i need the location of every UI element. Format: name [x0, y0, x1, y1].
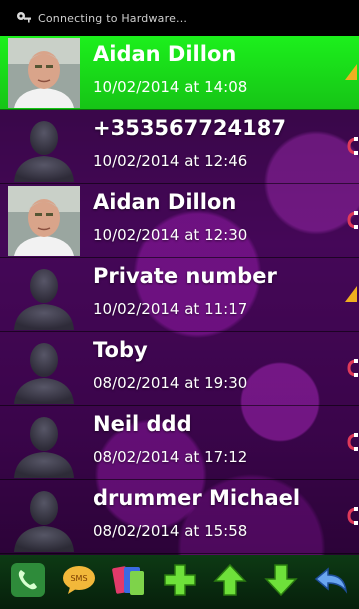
arrow-up-icon: [211, 561, 249, 603]
sms-button[interactable]: SMS: [57, 560, 101, 604]
contacts-card-button[interactable]: [107, 560, 151, 604]
call-datetime: 08/02/2014 at 19:30: [93, 374, 248, 392]
key-icon: [17, 12, 31, 23]
caller-name: Private number: [93, 264, 277, 288]
call-row[interactable]: Aidan Dillon 10/02/2014 at 14:08: [0, 36, 359, 110]
avatar: [8, 260, 80, 330]
incoming-call-icon: [347, 507, 358, 525]
call-row[interactable]: drummer Michael 08/02/2014 at 15:58: [0, 480, 359, 554]
call-type-indicator: [341, 356, 359, 380]
back-icon: [312, 561, 350, 603]
call-datetime: 10/02/2014 at 14:08: [93, 78, 248, 96]
caller-name: Aidan Dillon: [93, 42, 237, 66]
call-row[interactable]: +353567724187 10/02/2014 at 12:46: [0, 110, 359, 184]
contact-photo-icon: [8, 38, 80, 108]
add-icon: [161, 561, 199, 603]
default-contact-icon: [14, 491, 74, 552]
add-button[interactable]: [158, 560, 202, 604]
caller-name: Neil ddd: [93, 412, 192, 436]
status-bar: Connecting to Hardware...: [0, 0, 359, 36]
call-datetime: 08/02/2014 at 17:12: [93, 448, 248, 466]
default-contact-icon: [14, 121, 74, 182]
call-row[interactable]: Neil ddd 08/02/2014 at 17:12: [0, 406, 359, 480]
call-datetime: 10/02/2014 at 12:30: [93, 226, 248, 244]
arrow-down-icon: [262, 561, 300, 603]
default-contact-icon: [14, 343, 74, 404]
avatar: [8, 112, 80, 182]
call-row[interactable]: Toby 08/02/2014 at 19:30: [0, 332, 359, 406]
call-row[interactable]: Aidan Dillon 10/02/2014 at 12:30: [0, 184, 359, 258]
phone-icon: [9, 561, 47, 603]
avatar: [8, 334, 80, 404]
avatar: [8, 408, 80, 478]
call-datetime: 10/02/2014 at 12:46: [93, 152, 248, 170]
call-log-screen: Connecting to Hardware... Aidan Dillon 1…: [0, 0, 359, 609]
call-type-indicator: [341, 208, 359, 232]
caller-name: Aidan Dillon: [93, 190, 237, 214]
incoming-call-icon: [347, 359, 358, 377]
bottom-toolbar: SMS: [0, 555, 359, 609]
incoming-call-icon: [347, 137, 358, 155]
incoming-call-icon: [347, 211, 358, 229]
call-type-indicator: [341, 60, 359, 84]
call-type-indicator: [341, 134, 359, 158]
contacts-card-icon: [110, 561, 148, 603]
call-list: Aidan Dillon 10/02/2014 at 14:08 +353567…: [0, 36, 359, 554]
missed-call-icon: [345, 286, 357, 302]
caller-name: +353567724187: [93, 116, 286, 140]
sms-icon: SMS: [60, 561, 98, 603]
back-button[interactable]: [309, 560, 353, 604]
phone-button[interactable]: [6, 560, 50, 604]
status-text: Connecting to Hardware...: [38, 11, 188, 25]
default-contact-icon: [14, 269, 74, 330]
avatar: [8, 482, 80, 552]
call-type-indicator: [341, 430, 359, 454]
svg-text:SMS: SMS: [70, 574, 87, 583]
caller-name: drummer Michael: [93, 486, 301, 510]
incoming-call-icon: [347, 433, 358, 451]
caller-name: Toby: [93, 338, 148, 362]
missed-call-icon: [345, 64, 357, 80]
arrow-up-button[interactable]: [208, 560, 252, 604]
default-contact-icon: [14, 417, 74, 478]
avatar: [8, 186, 80, 256]
call-type-indicator: [341, 282, 359, 306]
arrow-down-button[interactable]: [259, 560, 303, 604]
call-type-indicator: [341, 504, 359, 528]
contact-photo-icon: [8, 186, 80, 256]
call-row[interactable]: Private number 10/02/2014 at 11:17: [0, 258, 359, 332]
call-datetime: 08/02/2014 at 15:58: [93, 522, 248, 540]
avatar: [8, 38, 80, 108]
call-datetime: 10/02/2014 at 11:17: [93, 300, 248, 318]
